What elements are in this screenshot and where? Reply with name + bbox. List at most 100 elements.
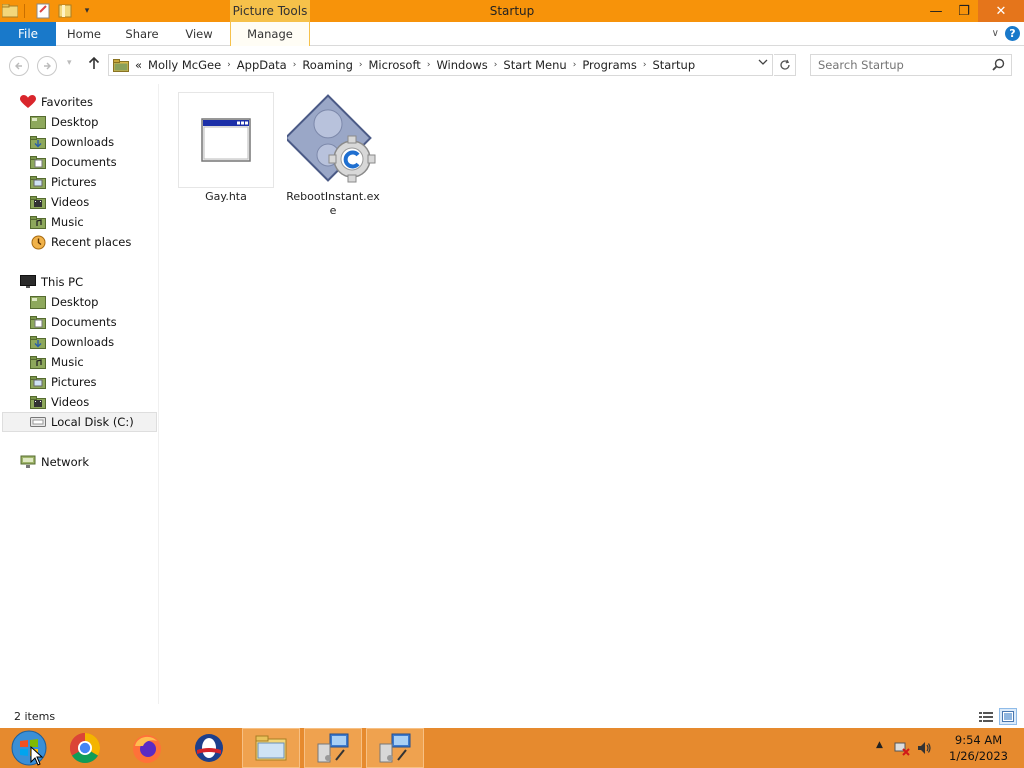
tab-share[interactable]: Share [118,22,166,46]
nav-favorites-label: Favorites [41,95,93,109]
forward-button[interactable] [37,56,57,76]
properties-icon[interactable] [35,3,51,19]
taskbar-remote-desktop-1[interactable] [304,728,362,768]
close-button[interactable]: ✕ [978,0,1024,22]
back-button[interactable] [9,56,29,76]
local-disk-icon [30,414,46,430]
recent-locations-dropdown[interactable]: ▾ [67,58,72,68]
nav-favorites-downloads[interactable]: Downloads [30,132,114,152]
tab-manage[interactable]: Manage [230,22,310,46]
nav-pc-downloads[interactable]: Downloads [30,332,114,352]
chevron-right-icon[interactable]: › [494,60,498,70]
restore-button[interactable]: ❐ [950,0,978,22]
address-history-dropdown[interactable] [758,58,768,69]
breadcrumb-roaming[interactable]: Roaming [302,58,353,72]
nav-pc-pictures[interactable]: Pictures [30,372,97,392]
breadcrumb-microsoft[interactable]: Microsoft [368,58,420,72]
nav-favorites-pictures[interactable]: Pictures [30,172,97,192]
nav-item-label: Pictures [51,375,97,389]
chevron-right-icon[interactable]: › [227,60,231,70]
nav-pc-music[interactable]: Music [30,352,84,372]
chevron-right-icon[interactable]: › [359,60,363,70]
breadcrumb-windows[interactable]: Windows [436,58,487,72]
breadcrumb-startup[interactable]: Startup [652,58,695,72]
large-icons-view-button[interactable] [999,708,1017,725]
nav-favorites-videos[interactable]: Videos [30,192,89,212]
favorites-star-icon [20,94,36,110]
nav-favorites[interactable]: Favorites [20,92,93,112]
network-disconnected-icon[interactable] [894,740,910,759]
minimize-button[interactable]: — [922,0,950,22]
nav-pc-documents[interactable]: Documents [30,312,117,332]
chevron-down-icon [758,59,768,65]
quick-access-toolbar: ▾ [0,0,95,22]
nav-pc-videos[interactable]: Videos [30,392,89,412]
file-item-gay-hta[interactable]: Gay.hta [177,92,275,204]
nav-item-label: Videos [51,395,90,409]
help-icon[interactable]: ? [1005,26,1020,41]
clock-date: 1/26/2023 [949,749,1008,763]
up-arrow-icon [88,56,100,69]
downloads-icon [30,134,46,150]
taskbar-opera[interactable] [180,728,238,768]
chevron-right-icon[interactable]: › [293,60,297,70]
videos-icon [30,394,46,410]
customize-toolbar-icon[interactable]: ▾ [79,3,95,19]
navigation-pane: Favorites Desktop Downloads Documents Pi… [0,84,160,704]
nav-pc-local-disk[interactable]: Local Disk (C:) [30,412,134,432]
taskbar-file-explorer[interactable] [242,728,300,768]
tab-file[interactable]: File [0,22,56,46]
remote-desktop-icon [379,733,411,763]
address-bar[interactable]: « Molly McGee › AppData › Roaming › Micr… [108,54,773,76]
folder-icon[interactable] [2,3,18,19]
show-hidden-icons-icon[interactable]: ▲ [876,740,883,750]
nav-network[interactable]: Network [20,452,89,472]
start-button[interactable] [0,728,58,768]
nav-item-label: Desktop [51,295,99,309]
nav-item-label: Music [51,355,84,369]
breadcrumb-overflow[interactable]: « [135,58,142,72]
tab-home[interactable]: Home [60,22,108,46]
nav-favorites-desktop[interactable]: Desktop [30,112,98,132]
search-box[interactable] [810,54,1012,76]
opera-icon [195,734,223,762]
refresh-icon [779,59,790,70]
nav-network-label: Network [41,455,90,469]
nav-this-pc[interactable]: This PC [20,272,83,292]
clock[interactable]: 9:54 AM 1/26/2023 [949,732,1008,764]
address-row: ▾ « Molly McGee › AppData › Roaming › Mi… [0,46,1024,84]
tab-view[interactable]: View [176,22,222,46]
file-item-rebootinstant-exe[interactable]: RebootInstant.exe [284,92,382,218]
refresh-button[interactable] [774,54,796,76]
nav-favorites-recent-places[interactable]: Recent places [30,232,131,252]
back-arrow-icon [15,62,22,70]
chevron-right-icon[interactable]: › [573,60,577,70]
mouse-cursor-icon [30,746,44,766]
chevron-right-icon[interactable]: › [427,60,431,70]
large-icons-view-icon [1002,711,1014,722]
taskbar-firefox[interactable] [118,728,176,768]
monitor-icon [20,274,36,290]
nav-item-label: Pictures [51,175,97,189]
taskbar-remote-desktop-2[interactable] [366,728,424,768]
nav-item-label: Documents [51,155,117,169]
breadcrumb-start-menu[interactable]: Start Menu [503,58,566,72]
chevron-right-icon[interactable]: › [643,60,647,70]
search-icon[interactable] [992,58,1005,74]
nav-favorites-music[interactable]: Music [30,212,84,232]
search-input[interactable] [811,58,986,72]
up-button[interactable] [88,55,100,74]
nav-favorites-documents[interactable]: Documents [30,152,117,172]
taskbar-chrome[interactable] [56,728,114,768]
details-view-button[interactable] [977,708,995,725]
new-folder-icon[interactable] [57,3,73,19]
breadcrumb-programs[interactable]: Programs [582,58,637,72]
window-title: Startup [489,4,535,18]
file-name: RebootInstant.exe [286,190,380,217]
breadcrumb-appdata[interactable]: AppData [237,58,287,72]
nav-pc-desktop[interactable]: Desktop [30,292,98,312]
expand-ribbon-icon[interactable]: ∨ [992,28,999,39]
documents-icon [30,154,46,170]
breadcrumb-molly-mcgee[interactable]: Molly McGee [148,58,221,72]
volume-icon[interactable] [916,740,932,759]
